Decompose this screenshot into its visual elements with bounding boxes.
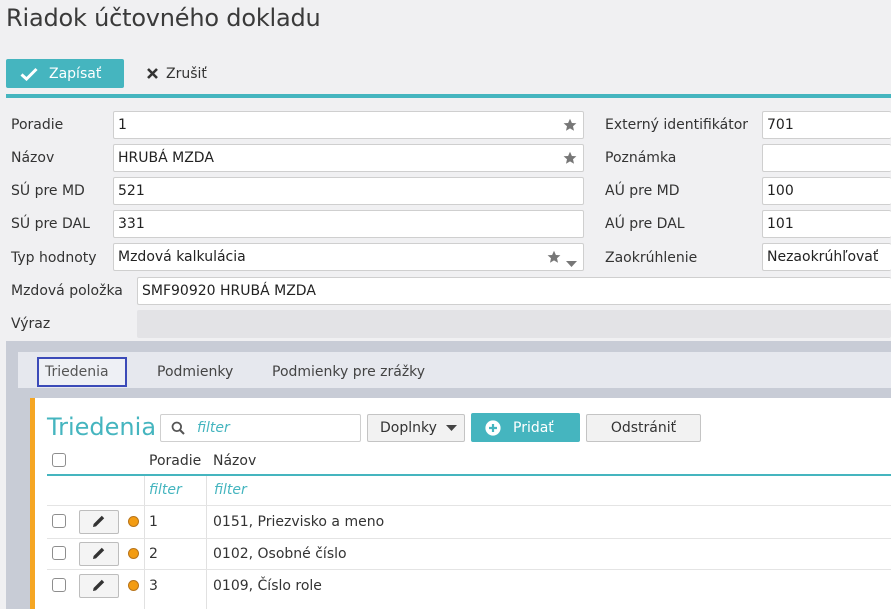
row-checkbox[interactable] xyxy=(52,514,66,528)
nazov-field[interactable]: HRUBÁ MZDA xyxy=(113,144,584,172)
vyraz-field[interactable] xyxy=(137,310,891,338)
poznamka-field[interactable] xyxy=(762,144,891,172)
pencil-icon xyxy=(92,545,106,564)
su-md-label: SÚ pre MD xyxy=(11,183,85,199)
au-md-value: 100 xyxy=(767,183,794,199)
column-divider xyxy=(206,476,207,609)
doplnky-label: Doplnky xyxy=(380,420,437,436)
tab-podmienky[interactable]: Podmienky xyxy=(157,357,233,387)
mzdova-polozka-value: SMF90920 HRUBÁ MZDA xyxy=(142,283,316,299)
search-box[interactable] xyxy=(160,414,361,442)
nazov-value: HRUBÁ MZDA xyxy=(118,150,214,166)
status-dot xyxy=(128,548,139,559)
edit-button[interactable] xyxy=(79,574,119,598)
row-checkbox[interactable] xyxy=(52,578,66,592)
row-divider xyxy=(47,505,891,506)
au-dal-field[interactable]: 101 xyxy=(762,210,891,238)
chevron-down-icon xyxy=(445,425,457,431)
close-icon xyxy=(146,67,159,80)
nazov-label: Názov xyxy=(11,150,55,166)
check-icon xyxy=(20,65,38,83)
pencil-icon xyxy=(92,513,106,532)
save-button-label: Zapísať xyxy=(49,65,102,82)
status-dot xyxy=(128,516,139,527)
poradie-label: Poradie xyxy=(11,117,64,133)
mzdova-polozka-field[interactable]: SMF90920 HRUBÁ MZDA xyxy=(137,277,891,305)
row-poradie: 2 xyxy=(149,546,158,562)
row-nazov: 0151, Priezvisko a meno xyxy=(213,514,385,530)
tab-triedenia[interactable]: Triedenia xyxy=(37,357,127,387)
star-icon[interactable] xyxy=(563,151,577,169)
edit-button[interactable] xyxy=(79,542,119,566)
column-header-poradie[interactable]: Poradie xyxy=(149,453,201,469)
poradie-field[interactable]: 1 xyxy=(113,111,584,139)
typ-hodnoty-select[interactable]: Mzdová kalkulácia xyxy=(113,243,584,271)
cancel-button-label: Zrušiť xyxy=(166,65,207,82)
row-poradie: 1 xyxy=(149,514,158,530)
au-md-field[interactable]: 100 xyxy=(762,177,891,205)
section-title: Triedenia xyxy=(47,413,157,441)
typ-hodnoty-value: Mzdová kalkulácia xyxy=(118,249,246,265)
add-button-label: Pridať xyxy=(513,419,554,436)
pencil-icon xyxy=(92,577,106,596)
doplnky-dropdown[interactable]: Doplnky xyxy=(367,414,465,442)
remove-button[interactable]: Odstrániť xyxy=(586,414,701,442)
ext-id-field[interactable]: 701 xyxy=(762,111,891,139)
vyraz-label: Výraz xyxy=(11,316,51,332)
save-button[interactable]: Zapísať xyxy=(6,59,124,88)
column-divider xyxy=(144,476,145,609)
su-dal-label: SÚ pre DAL xyxy=(11,216,90,232)
mzdova-polozka-label: Mzdová položka xyxy=(11,283,123,299)
zaokruhlenie-value: Nezaokrúhľovať xyxy=(767,249,879,265)
tab-bar xyxy=(18,352,891,388)
star-icon[interactable] xyxy=(547,250,561,268)
table-header-divider xyxy=(47,474,891,476)
edit-button[interactable] xyxy=(79,510,119,534)
ext-id-label: Externý identifikátor xyxy=(605,117,749,133)
au-dal-label: AÚ pre DAL xyxy=(605,216,685,232)
su-dal-value: 331 xyxy=(118,216,145,232)
ext-id-value: 701 xyxy=(767,117,794,133)
plus-circle-icon xyxy=(485,419,501,436)
toolbar-divider xyxy=(6,94,891,98)
star-icon[interactable] xyxy=(563,118,577,136)
filter-nazov[interactable]: filter xyxy=(214,482,247,498)
su-dal-field[interactable]: 331 xyxy=(113,210,584,238)
filter-poradie[interactable]: filter xyxy=(149,482,182,498)
typ-hodnoty-label: Typ hodnoty xyxy=(11,250,97,266)
row-divider xyxy=(47,538,891,539)
chevron-down-icon[interactable] xyxy=(566,255,577,271)
zaokruhlenie-select[interactable]: Nezaokrúhľovať xyxy=(762,243,891,271)
add-button[interactable]: Pridať xyxy=(471,413,580,442)
au-md-label: AÚ pre MD xyxy=(605,183,680,199)
status-dot xyxy=(128,580,139,591)
row-nazov: 0102, Osobné číslo xyxy=(213,546,347,562)
zaokruhlenie-label: Zaokrúhlenie xyxy=(605,250,698,266)
select-all-checkbox[interactable] xyxy=(52,453,66,467)
page-title: Riadok účtovného dokladu xyxy=(6,4,321,32)
su-md-field[interactable]: 521 xyxy=(113,177,584,205)
poznamka-label: Poznámka xyxy=(605,150,677,166)
row-poradie: 3 xyxy=(149,578,158,594)
row-nazov: 0109, Číslo role xyxy=(213,578,322,594)
au-dal-value: 101 xyxy=(767,216,794,232)
search-input[interactable] xyxy=(195,419,345,437)
cancel-button[interactable]: Zrušiť xyxy=(146,59,207,88)
poradie-value: 1 xyxy=(118,117,127,133)
su-md-value: 521 xyxy=(118,183,145,199)
column-header-nazov[interactable]: Názov xyxy=(213,453,256,469)
search-icon xyxy=(171,421,185,435)
row-checkbox[interactable] xyxy=(52,546,66,560)
row-divider xyxy=(47,569,891,570)
tab-podmienky-pre-zrazky[interactable]: Podmienky pre zrážky xyxy=(272,357,425,387)
